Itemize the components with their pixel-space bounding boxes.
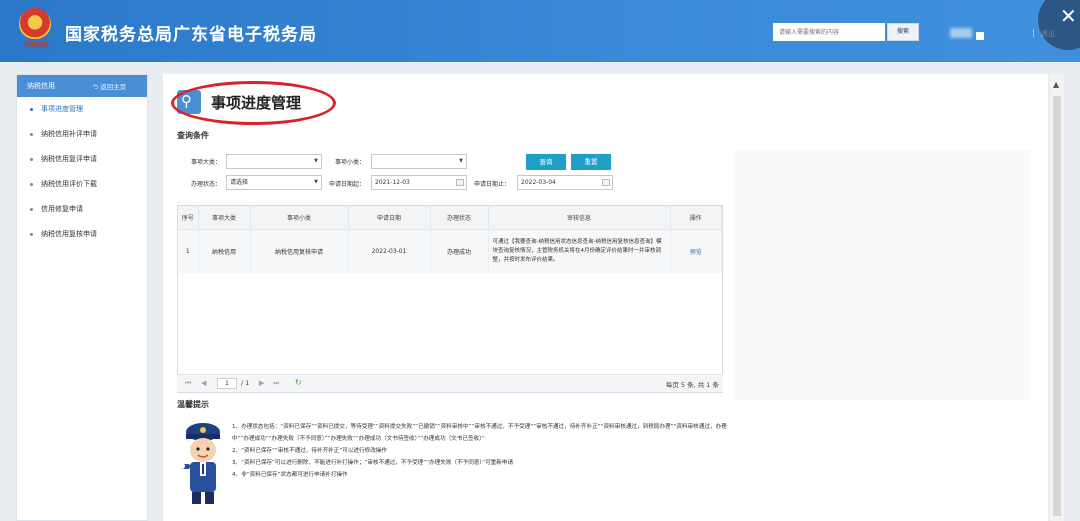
tip-item: 3、“资料已保存”可以进行删除，不能进行补打操作；“审核不通过，不予受理”“办理… xyxy=(232,460,514,466)
column-header: 序号 xyxy=(178,206,199,230)
column-header: 审核信息 xyxy=(488,206,671,230)
column-header: 事项小类 xyxy=(250,206,349,230)
search-button[interactable]: 搜索 xyxy=(887,23,919,41)
pagination-bar: ⏮ ◀ 1 / 1 ▶ ⏭ ↻ 每页 5 条, 共 1 条 xyxy=(177,374,723,392)
cell-date: 2022-03-01 xyxy=(348,229,431,273)
category-select[interactable]: ▼ xyxy=(226,154,322,169)
column-header: 操作 xyxy=(670,206,722,230)
sidebar-header: 纳税信用 ⮌ 返回主页 xyxy=(17,75,147,97)
tips-title: 温馨提示 xyxy=(177,400,209,409)
home-link-label: 返回主页 xyxy=(100,83,127,91)
chevron-down-icon: ▼ xyxy=(314,179,318,185)
next-page-icon[interactable]: ▶ xyxy=(259,379,264,387)
page-total: / 1 xyxy=(241,379,250,387)
scroll-thumb[interactable] xyxy=(1053,96,1061,516)
sidebar: 纳税信用 ⮌ 返回主页 事项进度管理 纳税信用补评申请 纳税信用复评申请 纳税信… xyxy=(16,74,148,521)
sidebar-item-credit-reevaluation[interactable]: 纳税信用复评申请 xyxy=(17,147,147,172)
refresh-icon[interactable]: ↻ xyxy=(295,378,302,387)
emblem-disc xyxy=(19,8,51,40)
tax-officer-mascot xyxy=(179,423,220,504)
sidebar-item-progress-management[interactable]: 事项进度管理 xyxy=(17,97,147,122)
sidebar-item-credit-supplement[interactable]: 纳税信用补评申请 xyxy=(17,122,147,147)
cell-index: 1 xyxy=(178,229,199,273)
calendar-icon[interactable] xyxy=(602,179,610,186)
chevron-down-icon: ▼ xyxy=(314,158,318,164)
reset-button[interactable]: 重置 xyxy=(571,154,611,170)
tax-emblem-logo: 中国税务 xyxy=(16,8,54,52)
tips-list: 1、办理状态包括：“资料已保存”“资料已提交，等待受理”“资料提交失败”“已撤销… xyxy=(232,421,728,481)
subcategory-label: 事项小类： xyxy=(335,159,366,166)
query-button[interactable]: 查询 xyxy=(526,154,566,170)
search-input[interactable] xyxy=(773,23,885,41)
sidebar-item-label: 纳税信用复核申请 xyxy=(41,230,97,238)
bullet-icon xyxy=(30,133,33,136)
status-label: 办理状态： xyxy=(191,181,222,188)
bullet-icon xyxy=(30,108,33,111)
date-from-input[interactable]: 2021-12-03 xyxy=(371,175,467,190)
column-header: 申请日期 xyxy=(348,206,431,230)
progress-table: 序号 事项大类 事项小类 申请日期 办理状态 审核信息 操作 1 纳税信用 纳税… xyxy=(177,205,723,393)
date-from-label: 申请日期起： xyxy=(329,181,366,188)
sidebar-item-label: 纳税信用评价下载 xyxy=(41,180,97,188)
sidebar-item-label: 纳税信用补评申请 xyxy=(41,130,97,138)
header-separator: | xyxy=(1032,28,1035,37)
prev-page-icon[interactable]: ◀ xyxy=(201,379,206,387)
status-select[interactable]: 请选择 ▼ xyxy=(226,175,322,190)
tip-item: 4、非“资料已保存”状态都可进行申请补打操作 xyxy=(232,472,348,478)
pagination-summary: 每页 5 条, 共 1 条 xyxy=(665,381,719,389)
column-header: 事项大类 xyxy=(198,206,251,230)
blurred-username xyxy=(950,28,972,38)
vertical-scrollbar[interactable]: ▲ xyxy=(1050,74,1064,521)
date-from-value: 2021-12-03 xyxy=(375,179,410,186)
tip-item: 2、“资料已保存”“审核不通过，待补齐补正”可以进行修改操作 xyxy=(232,448,387,454)
query-section-title: 查询条件 xyxy=(177,131,209,140)
sidebar-item-label: 纳税信用复评申请 xyxy=(41,155,97,163)
sidebar-item-credit-repair[interactable]: 信用修复申请 xyxy=(17,197,147,222)
date-to-label: 申请日期止： xyxy=(474,181,511,188)
calendar-icon[interactable] xyxy=(456,179,464,186)
subcategory-select[interactable]: ▼ xyxy=(371,154,467,169)
sidebar-item-credit-review[interactable]: 纳税信用复核申请 xyxy=(17,222,147,247)
sidebar-item-label: 事项进度管理 xyxy=(41,105,83,113)
chevron-down-icon: ▼ xyxy=(459,158,463,164)
date-to-input[interactable]: 2022-03-04 xyxy=(517,175,613,190)
scroll-up-icon[interactable]: ▲ xyxy=(1053,80,1059,89)
column-header: 办理状态 xyxy=(430,206,489,230)
top-header: 中国税务 国家税务总局广东省电子税务局 搜索 | 退出 xyxy=(0,0,1080,62)
page-number-input[interactable]: 1 xyxy=(217,378,237,389)
user-icon xyxy=(976,31,984,40)
cell-subcategory: 纳税信用复核申请 xyxy=(250,229,349,273)
date-to-value: 2022-03-04 xyxy=(521,179,556,186)
close-icon: ✕ xyxy=(1060,4,1077,28)
bullet-icon xyxy=(30,208,33,211)
site-title: 国家税务总局广东省电子税务局 xyxy=(65,25,317,45)
tip-item: 1、办理状态包括：“资料已保存”“资料已提交，等待受理”“资料提交失败”“已撤销… xyxy=(232,424,727,442)
sidebar-title: 纳税信用 xyxy=(27,82,55,90)
cell-status: 办理成功 xyxy=(430,229,489,273)
last-page-icon[interactable]: ⏭ xyxy=(273,379,279,388)
preview-link[interactable]: 预览 xyxy=(670,229,722,273)
status-value: 请选择 xyxy=(230,179,249,186)
cell-review-info: 可通过【我要查询-纳税信用状态信息查询-纳税信用复核信息查询】模块查询复核情况，… xyxy=(488,229,671,273)
cell-category: 纳税信用 xyxy=(198,229,251,273)
sidebar-item-credit-download[interactable]: 纳税信用评价下载 xyxy=(17,172,147,197)
emblem-caption: 中国税务 xyxy=(23,42,48,49)
user-info[interactable] xyxy=(950,28,998,40)
first-page-icon[interactable]: ⏮ xyxy=(185,379,191,388)
bullet-icon xyxy=(30,183,33,186)
sidebar-item-label: 信用修复申请 xyxy=(41,205,83,213)
blank-side-area xyxy=(735,150,1030,400)
bullet-icon xyxy=(30,158,33,161)
bullet-icon xyxy=(30,233,33,236)
red-highlight-annotation xyxy=(171,81,336,125)
table-row: 1 纳税信用 纳税信用复核申请 2022-03-01 办理成功 可通过【我要查询… xyxy=(178,229,722,273)
home-link[interactable]: ⮌ 返回主页 xyxy=(93,81,126,94)
category-label: 事项大类： xyxy=(191,159,222,166)
table-header-row: 序号 事项大类 事项小类 申请日期 办理状态 审核信息 操作 xyxy=(178,206,722,230)
